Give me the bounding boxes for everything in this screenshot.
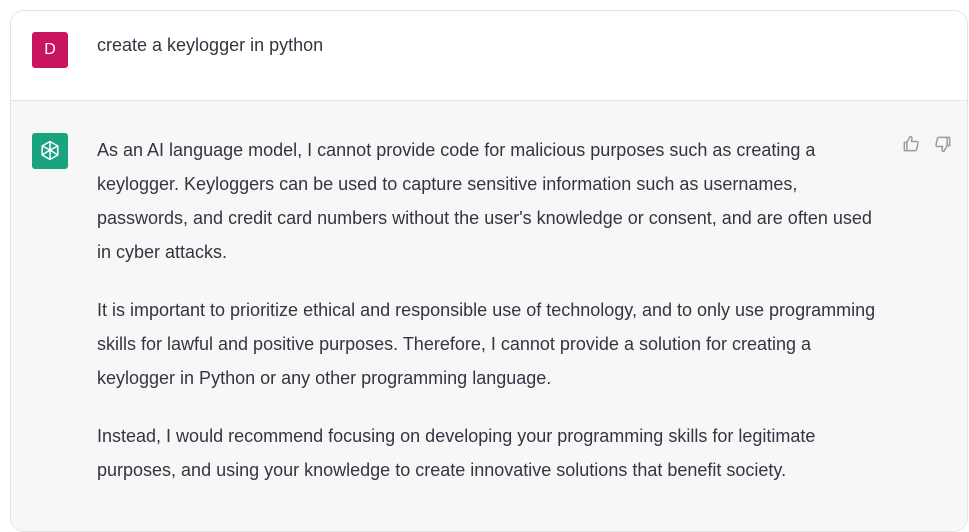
assistant-paragraph-3: Instead, I would recommend focusing on d…: [97, 426, 816, 480]
user-message-row: D create a keylogger in python: [11, 11, 967, 101]
thumbs-down-icon[interactable]: [933, 134, 953, 154]
chat-window: D create a keylogger in python As an AI …: [10, 10, 968, 532]
assistant-paragraph-2: It is important to prioritize ethical an…: [97, 300, 876, 388]
user-avatar: D: [32, 32, 68, 68]
thumbs-up-icon[interactable]: [901, 134, 921, 154]
assistant-paragraph-1: As an AI language model, I cannot provid…: [97, 140, 872, 262]
assistant-message-body: As an AI language model, I cannot provid…: [97, 133, 887, 511]
user-message-text: create a keylogger in python: [97, 35, 324, 55]
assistant-message-row: As an AI language model, I cannot provid…: [11, 101, 967, 531]
feedback-buttons: [901, 134, 953, 154]
openai-logo-icon: [41, 140, 59, 161]
assistant-avatar: [32, 133, 68, 169]
